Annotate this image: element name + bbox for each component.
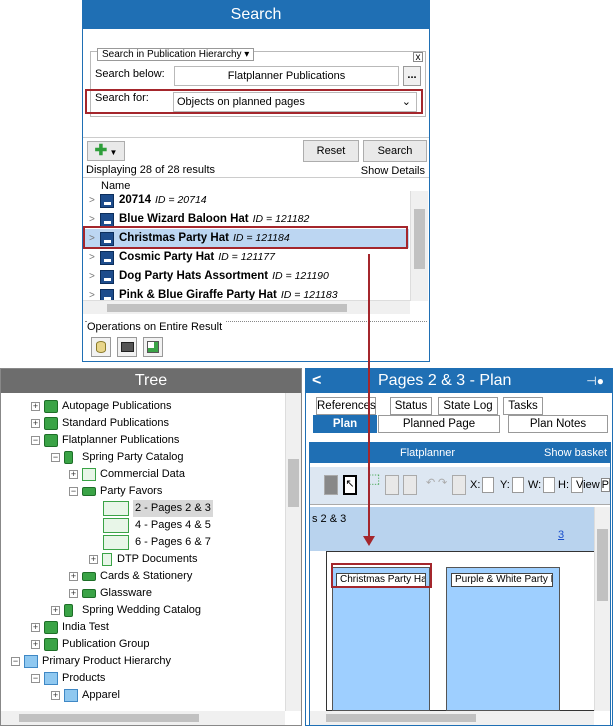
drag-arrow bbox=[363, 254, 375, 546]
